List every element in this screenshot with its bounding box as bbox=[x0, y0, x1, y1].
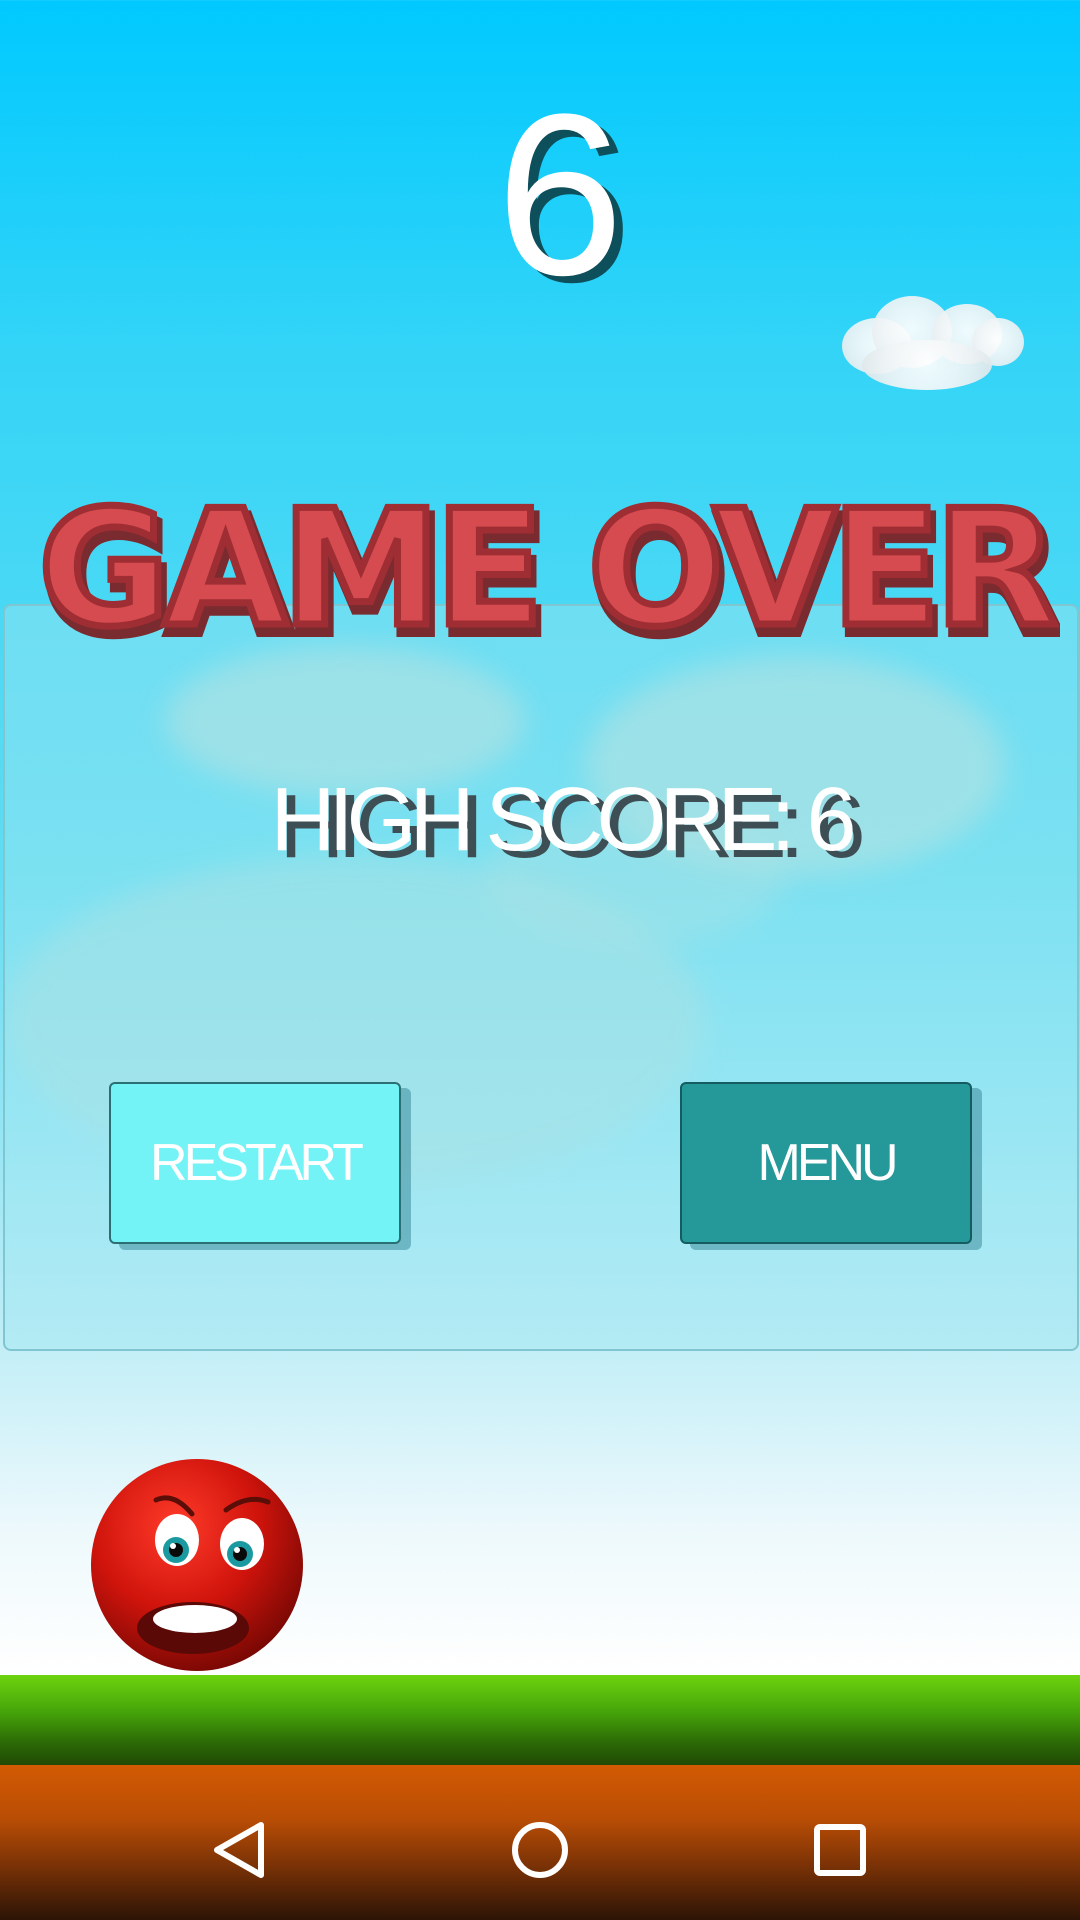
home-button[interactable] bbox=[490, 1800, 590, 1900]
current-score: 6 bbox=[496, 66, 624, 323]
cloud-decoration bbox=[842, 296, 1024, 396]
back-button[interactable] bbox=[190, 1800, 290, 1900]
restart-button-label: RESTART bbox=[150, 1134, 364, 1192]
back-icon bbox=[214, 1822, 264, 1878]
game-over-title: GAME OVER GAME OVER bbox=[30, 472, 1070, 676]
menu-button-label: MENU bbox=[757, 1134, 898, 1192]
grass-ground bbox=[0, 1675, 1080, 1765]
recents-icon bbox=[814, 1824, 866, 1876]
restart-button[interactable]: RESTART bbox=[109, 1082, 401, 1244]
home-icon bbox=[512, 1822, 568, 1878]
android-navigation-bar bbox=[0, 1800, 1080, 1900]
menu-button[interactable]: MENU bbox=[680, 1082, 972, 1244]
high-score-label: HIGH SCORE: 6 bbox=[270, 770, 856, 870]
red-ball-character bbox=[90, 1458, 305, 1673]
recents-button[interactable] bbox=[790, 1800, 890, 1900]
svg-text:GAME OVER: GAME OVER bbox=[38, 475, 1054, 662]
